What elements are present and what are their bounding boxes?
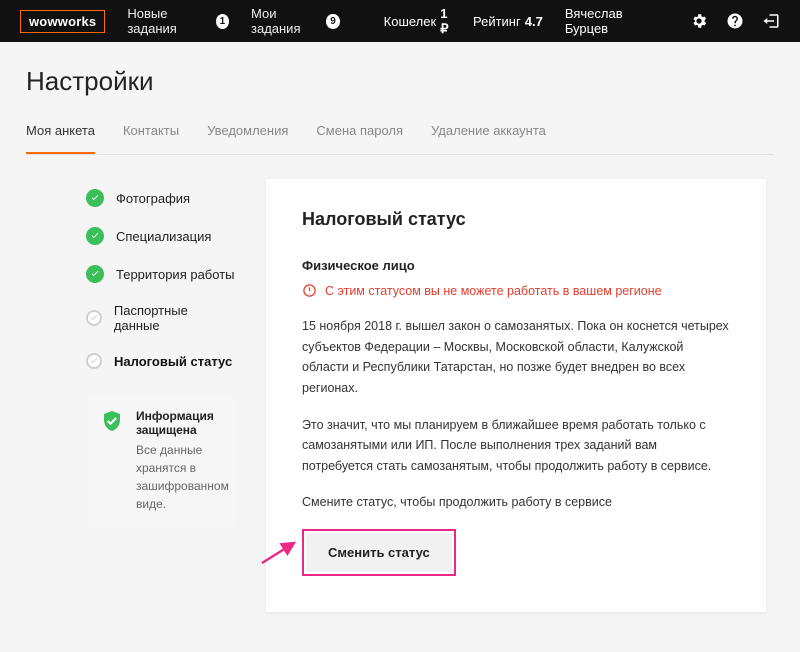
annotation-highlight: Сменить статус xyxy=(302,529,456,576)
tabs: Моя анкета Контакты Уведомления Смена па… xyxy=(26,123,774,155)
gear-icon[interactable] xyxy=(690,12,708,30)
rating-label: Рейтинг xyxy=(473,14,521,29)
page: Настройки Моя анкета Контакты Уведомлени… xyxy=(0,42,800,652)
step-specialization[interactable]: Специализация xyxy=(86,217,236,255)
step-label: Специализация xyxy=(116,229,211,244)
info-protected-title: Информация защищена xyxy=(136,409,229,437)
logout-icon[interactable] xyxy=(762,12,780,30)
panel-p3: Смените статус, чтобы продолжить работу … xyxy=(302,492,730,513)
tab-notifications[interactable]: Уведомления xyxy=(207,123,288,154)
alert-icon xyxy=(302,283,317,298)
nav-new-tasks-badge: 1 xyxy=(216,14,229,29)
username[interactable]: Вячеслав Бурцев xyxy=(565,6,658,36)
rating-value: 4.7 xyxy=(525,14,543,29)
tab-profile[interactable]: Моя анкета xyxy=(26,123,95,154)
page-title: Настройки xyxy=(26,66,774,97)
wallet-label: Кошелек xyxy=(384,14,437,29)
topbar: wowworks Новые задания 1 Мои задания 9 К… xyxy=(0,0,800,42)
check-icon xyxy=(86,189,104,207)
step-territory[interactable]: Территория работы xyxy=(86,255,236,293)
tax-status-panel: Налоговый статус Физическое лицо С этим … xyxy=(266,179,766,612)
wallet[interactable]: Кошелек 1 ₽ xyxy=(384,6,451,37)
step-label: Налоговый статус xyxy=(114,354,232,369)
step-photo[interactable]: Фотография xyxy=(86,179,236,217)
step-label: Территория работы xyxy=(116,267,235,282)
info-protected-body: Все данные хранятся в зашифрованном виде… xyxy=(136,441,229,513)
rating: Рейтинг 4.7 xyxy=(473,14,543,29)
panel-p2: Это значит, что мы планируем в ближайшее… xyxy=(302,415,730,477)
side-steps: Фотография Специализация Территория рабо… xyxy=(26,179,236,527)
nav-my-tasks-badge: 9 xyxy=(326,14,339,29)
check-icon xyxy=(86,265,104,283)
check-icon xyxy=(86,227,104,245)
info-protected-box: Информация защищена Все данные хранятся … xyxy=(86,395,236,527)
tab-password[interactable]: Смена пароля xyxy=(316,123,403,154)
check-outline-icon xyxy=(86,310,102,326)
step-tax-status[interactable]: Налоговый статус xyxy=(86,343,236,379)
step-label: Паспортные данные xyxy=(114,303,236,333)
shield-icon xyxy=(100,409,124,433)
region-warning: С этим статусом вы не можете работать в … xyxy=(302,283,730,298)
step-passport[interactable]: Паспортные данные xyxy=(86,293,236,343)
nav-my-tasks-label: Мои задания xyxy=(251,6,320,36)
nav-my-tasks[interactable]: Мои задания 9 xyxy=(251,6,340,36)
panel-p1: 15 ноября 2018 г. вышел закон о самозаня… xyxy=(302,316,730,399)
check-outline-icon xyxy=(86,353,102,369)
wallet-value: 1 ₽ xyxy=(440,6,451,37)
nav-new-tasks[interactable]: Новые задания 1 xyxy=(127,6,229,36)
warning-text: С этим статусом вы не можете работать в … xyxy=(325,284,662,298)
logo[interactable]: wowworks xyxy=(20,10,105,33)
annotation-arrow-icon xyxy=(260,537,300,567)
change-status-button[interactable]: Сменить статус xyxy=(306,533,452,572)
panel-heading: Налоговый статус xyxy=(302,209,730,230)
help-icon[interactable] xyxy=(726,12,744,30)
panel-subhead: Физическое лицо xyxy=(302,258,730,273)
nav-new-tasks-label: Новые задания xyxy=(127,6,209,36)
step-label: Фотография xyxy=(116,191,190,206)
tab-delete-account[interactable]: Удаление аккаунта xyxy=(431,123,546,154)
tab-contacts[interactable]: Контакты xyxy=(123,123,179,154)
